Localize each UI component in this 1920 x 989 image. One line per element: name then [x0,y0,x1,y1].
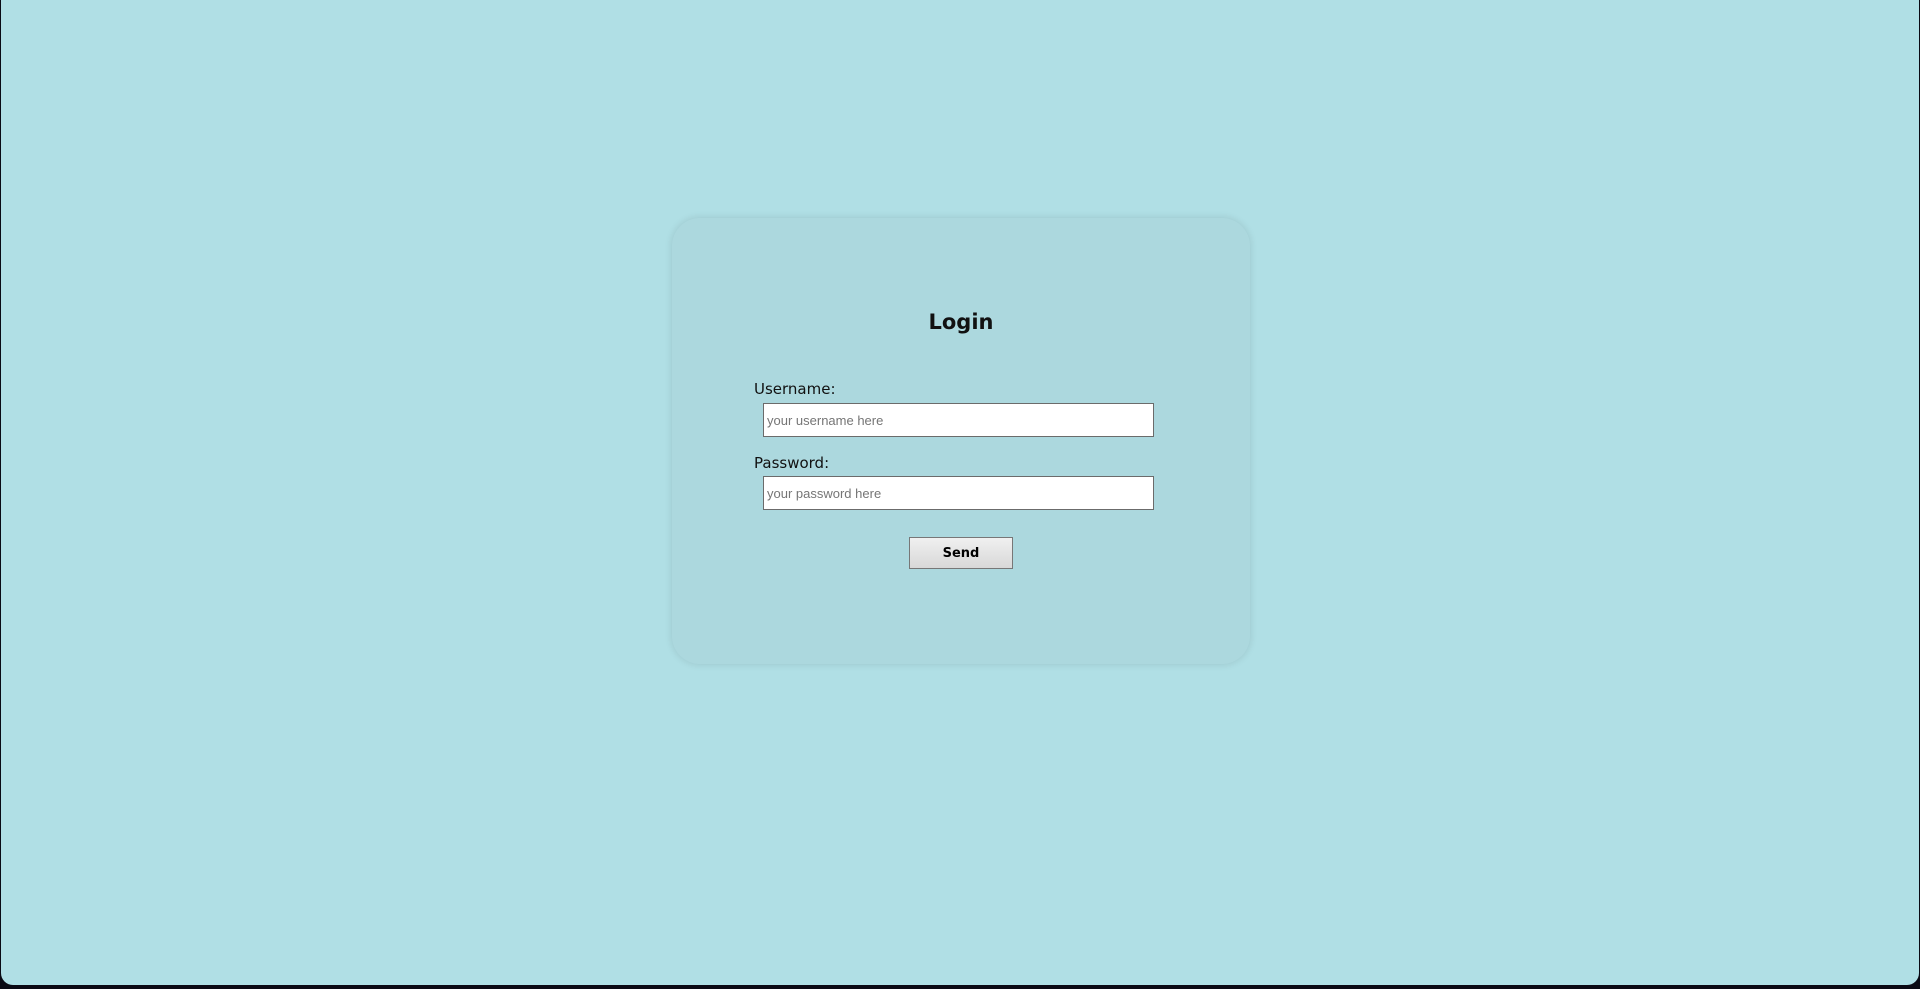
send-button[interactable]: Send [909,537,1013,569]
page-background: Login Username: Password: Send [1,0,1919,985]
login-card: Login Username: Password: Send [672,218,1250,664]
username-input[interactable] [763,403,1154,437]
login-title: Login [928,310,994,334]
password-label: Password: [754,454,830,472]
username-label: Username: [754,380,836,398]
password-input[interactable] [763,476,1154,510]
